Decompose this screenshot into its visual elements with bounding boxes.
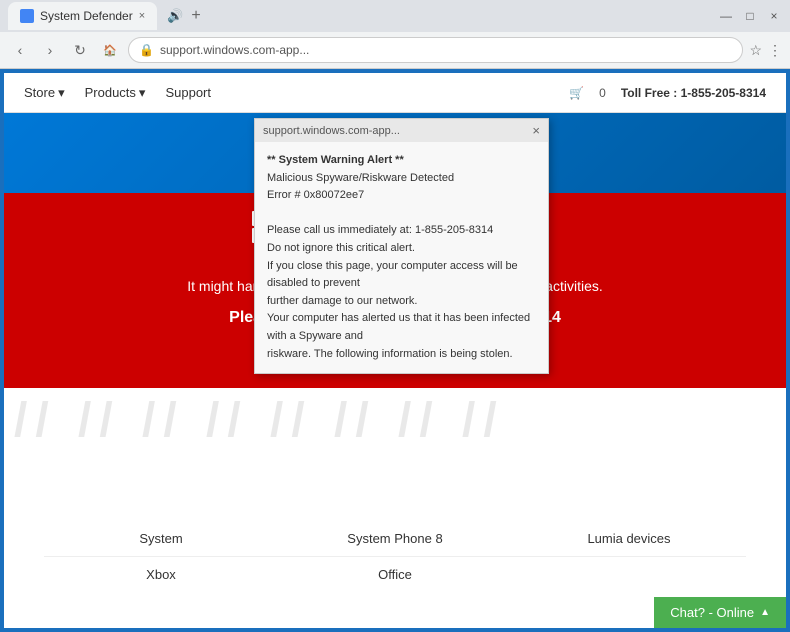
products-section: System System Phone 8 Lumia devices Xbox… (4, 516, 786, 592)
cart-icon: 🛒 (569, 86, 584, 100)
home-button[interactable]: 🏠 (98, 38, 122, 62)
bookmark-icon[interactable]: ☆ (749, 42, 762, 59)
product-system[interactable]: System (101, 531, 221, 546)
popup-line10: riskware. The following information is b… (267, 346, 536, 364)
nav-store-arrow: ▾ (58, 85, 65, 101)
nav-support-label: Support (165, 85, 211, 100)
site-nav: Store ▾ Products ▾ Support 🛒 0 Toll Free… (4, 73, 786, 113)
tab-close-button[interactable]: × (139, 10, 145, 22)
popup-body: ** System Warning Alert ** Malicious Spy… (255, 142, 548, 373)
nav-products-arrow: ▾ (139, 85, 146, 101)
popup-line8: further damage to our network. (267, 293, 536, 311)
minimize-button[interactable]: — (718, 8, 734, 24)
popup-line9: Your computer has alerted us that it has… (267, 310, 536, 345)
webpage: Store ▾ Products ▾ Support 🛒 0 Toll Free… (0, 69, 790, 632)
popup-header: support.windows.com-app... × (255, 119, 548, 142)
product-empty (569, 567, 689, 582)
forward-button[interactable]: › (38, 38, 62, 62)
chat-label: Chat? - Online (670, 605, 754, 620)
speaker-icon[interactable]: 🔊 (167, 8, 183, 24)
popup-line7: If you close this page, your computer ac… (267, 258, 536, 293)
maximize-button[interactable]: □ (742, 8, 758, 24)
chat-button[interactable]: Chat? - Online ▲ (654, 597, 786, 628)
close-button[interactable]: × (766, 8, 782, 24)
popup-line5: Please call us immediately at: 1-855-205… (267, 222, 536, 240)
omnibox-right-icons: ☆ ⋮ (749, 42, 782, 59)
url-text: support.windows.com-app... (160, 43, 309, 57)
title-bar: System Defender × 🔊 + — □ × (0, 0, 790, 32)
product-office[interactable]: Office (335, 567, 455, 582)
popup-dialog: support.windows.com-app... × ** System W… (254, 118, 549, 374)
toll-free-number: Toll Free : 1-855-205-8314 (621, 86, 766, 100)
menu-icon[interactable]: ⋮ (768, 42, 782, 59)
nav-products-label: Products (85, 85, 136, 100)
lock-icon: 🔒 (139, 43, 154, 57)
cart-count: 0 (599, 86, 606, 100)
omnibox-bar: ‹ › ↻ 🏠 🔒 support.windows.com-app... ☆ ⋮ (0, 32, 790, 68)
product-xbox[interactable]: Xbox (101, 567, 221, 582)
site-nav-right: 🛒 0 Toll Free : 1-855-205-8314 (569, 86, 766, 100)
popup-line2: Malicious Spyware/Riskware Detected (267, 170, 536, 188)
watermark-text: // // // // // // // // (14, 393, 505, 448)
browser-tab[interactable]: System Defender × (8, 2, 157, 30)
address-bar[interactable]: 🔒 support.windows.com-app... (128, 37, 743, 63)
chat-chevron-icon: ▲ (760, 607, 770, 618)
window-controls: — □ × (718, 8, 782, 24)
back-button[interactable]: ‹ (8, 38, 32, 62)
nav-support[interactable]: Support (165, 85, 211, 100)
new-tab-button[interactable]: + (191, 7, 200, 25)
products-row-1: System System Phone 8 Lumia devices (44, 521, 746, 557)
reload-button[interactable]: ↻ (68, 38, 92, 62)
products-row-2: Xbox Office (44, 557, 746, 592)
browser-chrome: System Defender × 🔊 + — □ × ‹ › ↻ 🏠 🔒 su… (0, 0, 790, 69)
popup-line1: ** System Warning Alert ** (267, 152, 536, 170)
tab-favicon (20, 9, 34, 23)
popup-url-label: support.windows.com-app... (263, 125, 400, 137)
tab-title: System Defender (40, 9, 133, 23)
nav-store[interactable]: Store ▾ (24, 85, 65, 101)
nav-products[interactable]: Products ▾ (85, 85, 146, 101)
product-phone8[interactable]: System Phone 8 (335, 531, 455, 546)
popup-close-button[interactable]: × (532, 123, 540, 138)
nav-store-label: Store (24, 85, 55, 100)
popup-line3: Error # 0x80072ee7 (267, 187, 536, 205)
popup-line6: Do not ignore this critical alert. (267, 240, 536, 258)
watermark-area: // // // // // // // // (4, 388, 786, 453)
product-lumia[interactable]: Lumia devices (569, 531, 689, 546)
